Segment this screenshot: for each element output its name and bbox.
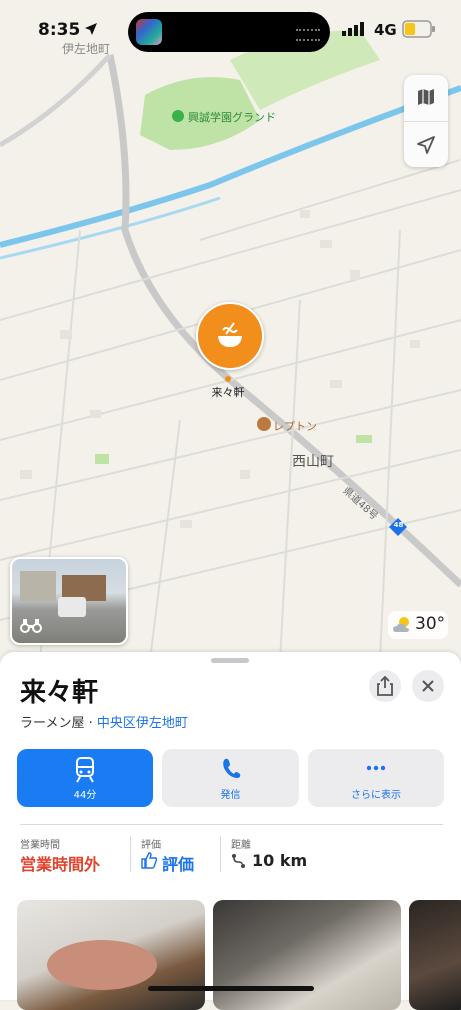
- train-icon: [76, 757, 94, 783]
- place-subtitle: ラーメン屋 · 中央区伊左地町: [20, 712, 188, 731]
- distance-header: 距離: [231, 840, 251, 851]
- district-label: 西山町: [292, 454, 334, 470]
- distance-value: 10 km: [252, 851, 308, 870]
- map-view[interactable]: 伊左地町 興誠学園グランド レプトン 西山町 県道48号 48 来々軒 30°: [0, 0, 461, 660]
- share-icon: [377, 676, 393, 696]
- subtitle-separator: ·: [88, 716, 93, 731]
- thumbs-up-icon: [141, 852, 158, 869]
- more-label: さらに表示: [351, 790, 401, 801]
- location-arrow-icon[interactable]: [416, 135, 436, 155]
- look-around-preview[interactable]: [10, 557, 128, 645]
- home-indicator[interactable]: [148, 986, 314, 991]
- place-location-link[interactable]: 中央区伊左地町: [97, 716, 188, 731]
- directions-button[interactable]: 44分: [17, 749, 153, 807]
- photo-thumbnail[interactable]: [213, 900, 401, 1010]
- place-sheet[interactable]: 来々軒 ラーメン屋 · 中央区伊左地町 44分 発信 さらに表示 営業時間 営業…: [0, 652, 461, 1010]
- map-icon[interactable]: [416, 87, 436, 107]
- restaurant-marker: [257, 417, 271, 431]
- directions-label: 44分: [73, 790, 97, 801]
- sheet-grabber[interactable]: [211, 658, 249, 663]
- partly-cloudy-icon: [393, 617, 409, 632]
- house-shape: [20, 571, 56, 601]
- dynamic-island[interactable]: [128, 12, 330, 52]
- route-icon: [232, 854, 245, 868]
- battery-icon: [402, 20, 435, 38]
- controls-divider: [404, 121, 448, 122]
- audio-wave-icon: [296, 29, 320, 41]
- place-title: 来々軒: [20, 678, 99, 708]
- phone-icon: [222, 758, 240, 778]
- network-type: 4G: [374, 21, 397, 39]
- sheet-divider: [20, 824, 443, 825]
- status-time: 8:35: [38, 20, 81, 40]
- route-shield-label: 48: [393, 521, 404, 529]
- share-button[interactable]: [369, 670, 401, 702]
- place-pin[interactable]: [196, 302, 264, 370]
- map-controls: [404, 75, 448, 167]
- more-icon: [366, 765, 386, 771]
- call-label: 発信: [220, 790, 241, 801]
- park-marker: [172, 110, 184, 122]
- poi-label-lepton[interactable]: レプトン: [273, 418, 317, 434]
- place-category: ラーメン屋: [20, 716, 85, 731]
- call-button[interactable]: 発信: [162, 749, 299, 807]
- binoculars-icon: [20, 619, 42, 633]
- hours-value[interactable]: 営業時間外: [20, 851, 100, 875]
- weather-temperature: 30°: [415, 614, 446, 634]
- chashu-shape: [47, 940, 157, 990]
- rating-header: 評価: [141, 840, 161, 851]
- more-button[interactable]: さらに表示: [308, 749, 444, 807]
- signal-icon: [342, 22, 364, 36]
- now-playing-thumbnail: [136, 19, 162, 45]
- info-separator: [130, 836, 131, 872]
- photo-thumbnail[interactable]: [17, 900, 205, 1010]
- hours-header: 営業時間: [20, 840, 60, 851]
- status-bar: 8:35 4G: [0, 0, 461, 60]
- van-shape: [58, 597, 86, 617]
- rating-value[interactable]: 評価: [162, 851, 194, 875]
- info-separator: [220, 836, 221, 872]
- close-icon: [422, 680, 434, 692]
- pin-label: 来々軒: [211, 386, 245, 399]
- close-button[interactable]: [412, 670, 444, 702]
- pin-dot: [225, 376, 231, 382]
- ramen-bowl-icon: [218, 322, 242, 347]
- park-label[interactable]: 興誠学園グランド: [188, 109, 276, 125]
- photo-thumbnail[interactable]: [409, 900, 461, 1010]
- location-services-icon: [85, 23, 97, 35]
- weather-badge: 30°: [388, 611, 448, 639]
